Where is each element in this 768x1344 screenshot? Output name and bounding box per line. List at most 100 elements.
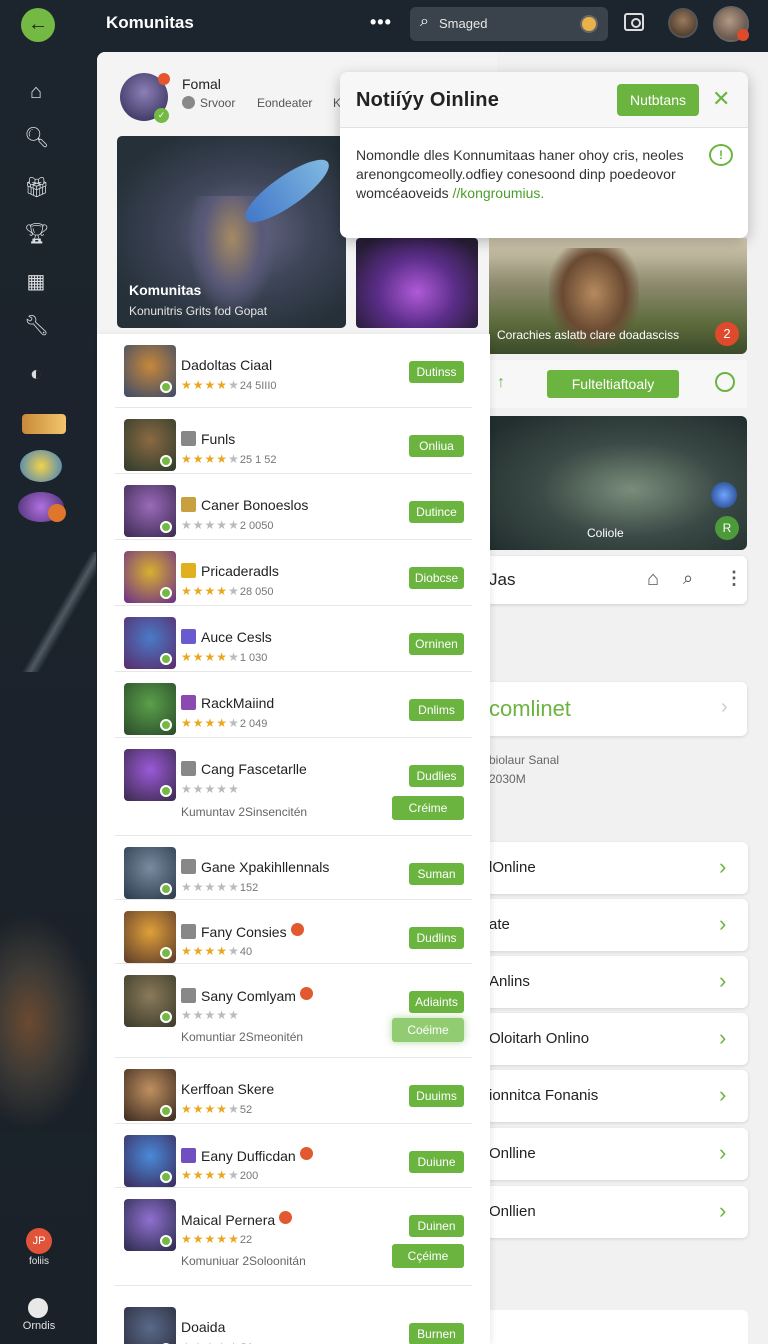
list-item[interactable]: Dadoltas Ciaal ★★★★★24 5III0 Dutinss <box>115 334 472 408</box>
create-button[interactable]: Cçéime <box>392 1244 464 1268</box>
status-button[interactable]: Dutinss <box>409 361 464 383</box>
friend-avatar[interactable] <box>668 8 698 38</box>
list-item[interactable]: Cang Fascetarlle ★★★★★ Dudlies Kumuntav 2Si… <box>115 738 472 836</box>
list-item[interactable]: Caner Bonoeslos ★★★★★2 0050 Dutince <box>115 474 472 540</box>
status-button[interactable]: Onliua <box>409 435 464 457</box>
game-thumbnail[interactable] <box>124 975 176 1027</box>
status-button[interactable]: Dudlins <box>409 927 464 949</box>
game-title: Funls <box>181 431 235 447</box>
rating-count: 2 0050 <box>239 520 274 532</box>
status-button[interactable]: Diobcse <box>409 567 464 589</box>
online-dot-icon <box>160 883 172 895</box>
notification-header: Notiíýy Oinline Nutbtans ✕ <box>340 72 748 128</box>
wrench-icon[interactable]: 🔧︎ <box>24 314 49 338</box>
list-item[interactable]: Funls ★★★★★25 1 52 Onliua <box>115 408 472 474</box>
list-item[interactable]: Pricaderadls ★★★★★28 050 Diobcse <box>115 540 472 606</box>
menu-row[interactable]: Anlins › <box>489 956 748 1008</box>
profile-tab[interactable]: Eondeater <box>257 96 312 110</box>
list-item[interactable]: Auce Cesls ★★★★★1 030 Orninen <box>115 606 472 672</box>
status-button[interactable]: Dnlims <box>409 699 464 721</box>
game-thumbnail[interactable] <box>124 911 176 963</box>
section-title: Jas <box>489 570 516 589</box>
menu-row[interactable]: Onlline › <box>489 1128 748 1180</box>
home-icon[interactable]: ⌂ <box>24 80 48 104</box>
create-button[interactable]: Coéime <box>392 1018 464 1042</box>
featured-thumbnail[interactable] <box>356 238 478 328</box>
game-thumbnail[interactable] <box>124 419 176 471</box>
star-rating-icon: ★★★★★ <box>181 650 240 664</box>
status-button[interactable]: Duinen <box>409 1215 464 1237</box>
menu-row[interactable]: Oloitarh Onlino › <box>489 1013 748 1065</box>
status-button[interactable]: Burnen <box>409 1323 464 1344</box>
sword-art-icon[interactable] <box>22 414 66 434</box>
game-thumbnail[interactable] <box>124 551 176 603</box>
status-button[interactable]: Orninen <box>409 633 464 655</box>
menu-row[interactable]: Onllien › <box>489 1186 748 1238</box>
status-button[interactable]: Duuims <box>409 1085 464 1107</box>
search-input[interactable]: Smaged <box>439 16 487 31</box>
status-button[interactable]: Dudlies <box>409 765 464 787</box>
list-item[interactable]: RackMaiind ★★★★★2 049 Dnlims <box>115 672 472 738</box>
search-icon[interactable]: 🔍︎ <box>24 126 49 150</box>
game-thumbnail[interactable] <box>124 485 176 537</box>
status-button[interactable]: Dutince <box>409 501 464 523</box>
game-thumbnail[interactable] <box>124 683 176 735</box>
list-item[interactable]: Gane Xpakihllennals ★★★★★152 Suman <box>115 836 472 900</box>
game-thumbnail[interactable] <box>124 1199 176 1251</box>
bottom-label-2: Orndis <box>22 1320 56 1332</box>
bottom-badge[interactable]: JP <box>26 1228 52 1254</box>
menu-row-partial[interactable] <box>489 1310 748 1344</box>
list-item[interactable]: Fany Consies ★★★★★40 Dudlins <box>115 900 472 964</box>
game-thumbnail[interactable] <box>124 1307 176 1344</box>
upvote-icon[interactable]: ↑ <box>497 374 505 392</box>
cta-button[interactable]: Fulteltiaftoaly <box>547 370 679 398</box>
game-thumbnail[interactable] <box>124 1069 176 1121</box>
status-button[interactable]: Duiune <box>409 1151 464 1173</box>
more-vert-icon[interactable]: ⋮ <box>725 568 743 589</box>
notification-link[interactable]: //kongroumius. <box>453 185 545 201</box>
category-icon <box>181 497 196 512</box>
list-item[interactable]: Doaida ★★★★★S1 Burnen <box>115 1296 472 1344</box>
search-box[interactable]: ⌕ Smaged <box>410 7 608 41</box>
online-dot-icon <box>160 1235 172 1247</box>
game-thumbnail[interactable] <box>124 749 176 801</box>
featured-banner[interactable]: Komunitas Konunitris Grits fod Gopat <box>117 136 346 328</box>
profile-icon[interactable] <box>28 1298 48 1318</box>
profile-avatar[interactable]: ✓ <box>120 73 170 123</box>
featured-image-1[interactable]: Corachies aslatb clare doadasciss 2 <box>489 238 747 354</box>
status-button[interactable]: Adiaints <box>409 991 464 1013</box>
notification-action-button[interactable]: Nutbtans <box>617 84 699 116</box>
menu-row[interactable]: ate › <box>489 899 748 951</box>
shield-art-icon[interactable] <box>20 450 62 482</box>
chat-icon[interactable]: ! <box>709 144 733 166</box>
online-card[interactable]: comlinet › <box>489 682 747 736</box>
user-avatar[interactable] <box>713 6 749 42</box>
game-thumbnail[interactable] <box>124 1135 176 1187</box>
profile-status[interactable]: Srvoor <box>182 96 235 110</box>
menu-row[interactable]: ionnitca Fonanis › <box>489 1070 748 1122</box>
menu-row[interactable]: lOnline › <box>489 842 748 894</box>
game-title: Maical Pernera <box>181 1211 293 1228</box>
globe-icon[interactable]: ◐ <box>24 362 48 386</box>
back-arrow-icon[interactable]: ← <box>21 8 55 42</box>
close-icon[interactable]: ✕ <box>712 86 730 112</box>
share-icon[interactable] <box>715 372 735 392</box>
list-item[interactable]: Maical Pernera ★★★★★22 Duinen Komuniuar 2So… <box>115 1188 472 1286</box>
more-options-icon[interactable]: ••• <box>370 12 392 33</box>
calendar-icon[interactable]: ▦ <box>24 270 48 294</box>
featured-image-2[interactable]: Coliole R <box>489 416 747 550</box>
trophy-icon[interactable]: 🏆︎ <box>24 222 49 246</box>
game-thumbnail[interactable] <box>124 617 176 669</box>
create-button[interactable]: Créime <box>392 796 464 820</box>
screen-icon[interactable] <box>624 13 644 31</box>
status-button[interactable]: Suman <box>409 863 464 885</box>
game-thumbnail[interactable] <box>124 847 176 899</box>
list-item[interactable]: Kerffoan Skere ★★★★★52 Duuims <box>115 1058 472 1124</box>
gift-icon[interactable]: 🎁︎ <box>24 176 49 200</box>
game-thumbnail[interactable] <box>124 345 176 397</box>
list-item[interactable]: Eany Dufficdan ★★★★★200 Duiune <box>115 1124 472 1188</box>
search-filter-icon[interactable] <box>580 15 598 33</box>
home-icon[interactable]: ⌂ <box>647 568 659 591</box>
search-icon[interactable]: ⌕ <box>683 568 693 589</box>
list-item[interactable]: Sany Comlyam ★★★★★ Adiaints Komuntiar 2Smeo… <box>115 964 472 1058</box>
